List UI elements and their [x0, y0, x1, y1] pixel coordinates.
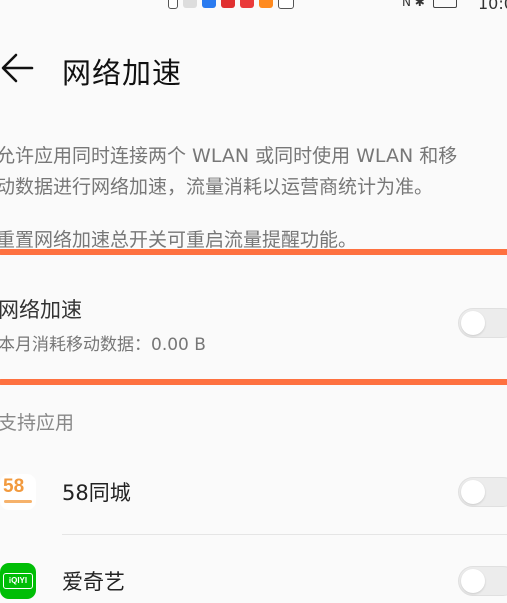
app-notification-orange-icon: [259, 0, 273, 8]
monthly-usage-text: 本月消耗移动数据：0.00 B: [0, 335, 206, 355]
notification-icons: [168, 0, 294, 10]
sim-icon: [168, 0, 178, 9]
toggle-knob: [461, 569, 485, 593]
58-tongcheng-icon: 58: [0, 474, 36, 510]
app-name-iqiyi: 爱奇艺: [62, 570, 125, 594]
network-acceleration-toggle[interactable]: [458, 308, 507, 338]
network-acceleration-label: 网络加速: [0, 298, 82, 322]
status-icons-right: N ✱: [402, 0, 457, 9]
description-line-3: 重置网络加速总开关可重启流量提醒功能。: [0, 229, 358, 251]
highlight-line-top: [0, 249, 507, 255]
toggle-knob: [461, 480, 485, 504]
58-logo-underline: [4, 500, 32, 503]
divider: [62, 534, 507, 535]
supported-apps-header: 支持应用: [0, 412, 75, 434]
description-line-2: 动数据进行网络加速，流量消耗以运营商统计为准。: [0, 176, 434, 198]
highlight-line-bottom: [0, 379, 507, 385]
top-bar: 网络加速: [0, 42, 507, 94]
58tongcheng-toggle[interactable]: [458, 477, 507, 507]
wifi-icon: [183, 0, 197, 8]
heart-icon: [278, 0, 294, 9]
description-line-1: 允许应用同时连接两个 WLAN 或同时使用 WLAN 和移: [0, 145, 458, 167]
toggle-knob: [461, 311, 485, 335]
page-title: 网络加速: [62, 56, 183, 90]
iqiyi-logo-text: iQIYI: [3, 573, 33, 589]
back-arrow-icon: [1, 53, 34, 83]
iqiyi-toggle[interactable]: [458, 566, 507, 596]
app-notification-red-icon: [240, 0, 254, 8]
app-name-58tongcheng: 58同城: [62, 481, 131, 505]
status-right-glyphs: N ✱: [402, 0, 425, 9]
app-notification-blue-icon: [202, 0, 216, 8]
huawei-icon: [221, 0, 235, 8]
back-button[interactable]: [0, 50, 40, 86]
58-logo-text: 58: [3, 476, 25, 497]
status-bar: N ✱ 10:0: [0, 0, 507, 14]
iqiyi-icon: iQIYI: [0, 563, 36, 599]
battery-icon: [432, 0, 457, 8]
status-time: 10:0: [478, 0, 507, 13]
